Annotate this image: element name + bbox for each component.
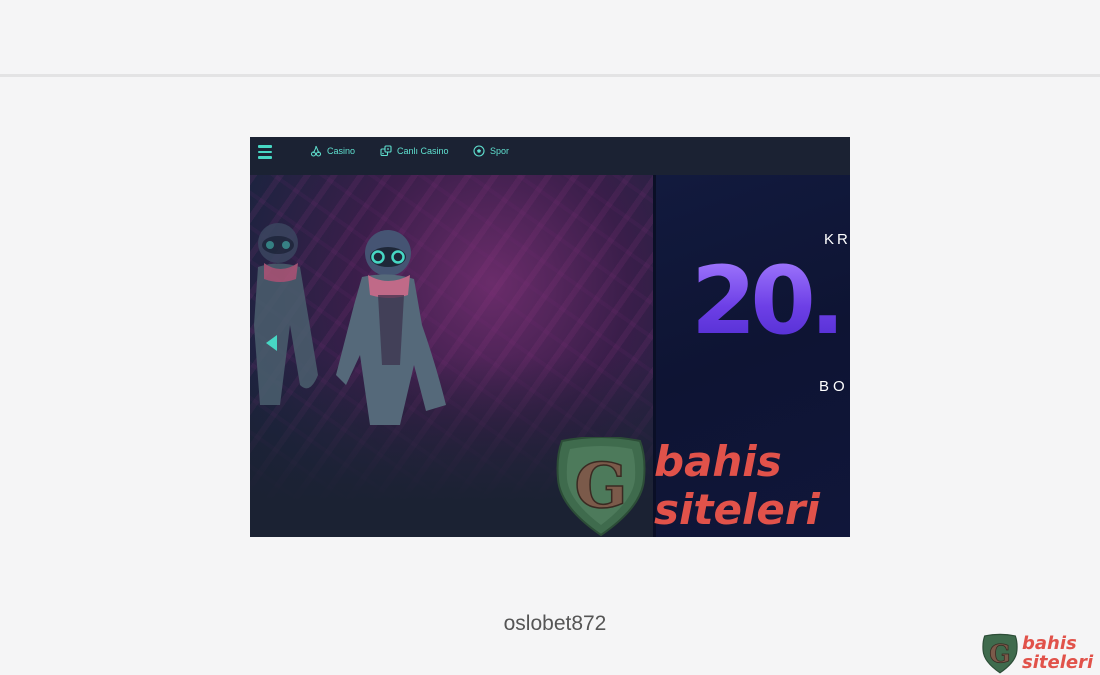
nav-item-label: Canlı Casino [397, 146, 449, 156]
dice-icon [380, 145, 392, 157]
embedded-navbar: Casino Canlı Casino Spor [250, 137, 850, 175]
header-divider [0, 74, 1100, 77]
nav-item-spor[interactable]: Spor [473, 144, 509, 158]
slider-prev-arrow-icon[interactable] [266, 335, 277, 351]
watermark-line2: siteleri [654, 485, 820, 534]
promo-amount: 20. [691, 247, 846, 356]
cherries-icon [310, 145, 322, 157]
shield-emblem-icon: G [556, 437, 646, 537]
svg-text:G: G [989, 639, 1010, 669]
nav-item-canli-casino[interactable]: Canlı Casino [380, 144, 449, 158]
promo-top-text: KR [824, 231, 850, 248]
bahis-siteleri-watermark: G bahis siteleri [550, 437, 850, 537]
hamburger-menu-icon[interactable] [258, 145, 272, 159]
svg-text:G: G [575, 449, 628, 522]
corner-watermark-line1: bahis [1022, 633, 1077, 654]
promo-bottom-text: BO [819, 378, 849, 395]
top-header [0, 0, 1100, 74]
post-image: Casino Canlı Casino Spor KR 20. BO G bah… [250, 137, 850, 537]
nav-item-casino[interactable]: Casino [310, 144, 355, 158]
corner-watermark-line2: siteleri [1022, 652, 1094, 673]
shield-emblem-icon: G [982, 633, 1018, 674]
image-caption: oslobet872 [503, 612, 607, 635]
corner-watermark: G bahis siteleri [980, 633, 1100, 675]
soccer-ball-icon [473, 145, 485, 157]
nav-item-label: Casino [327, 146, 356, 156]
nav-item-label: Spor [490, 146, 510, 156]
watermark-line1: bahis [654, 437, 782, 486]
